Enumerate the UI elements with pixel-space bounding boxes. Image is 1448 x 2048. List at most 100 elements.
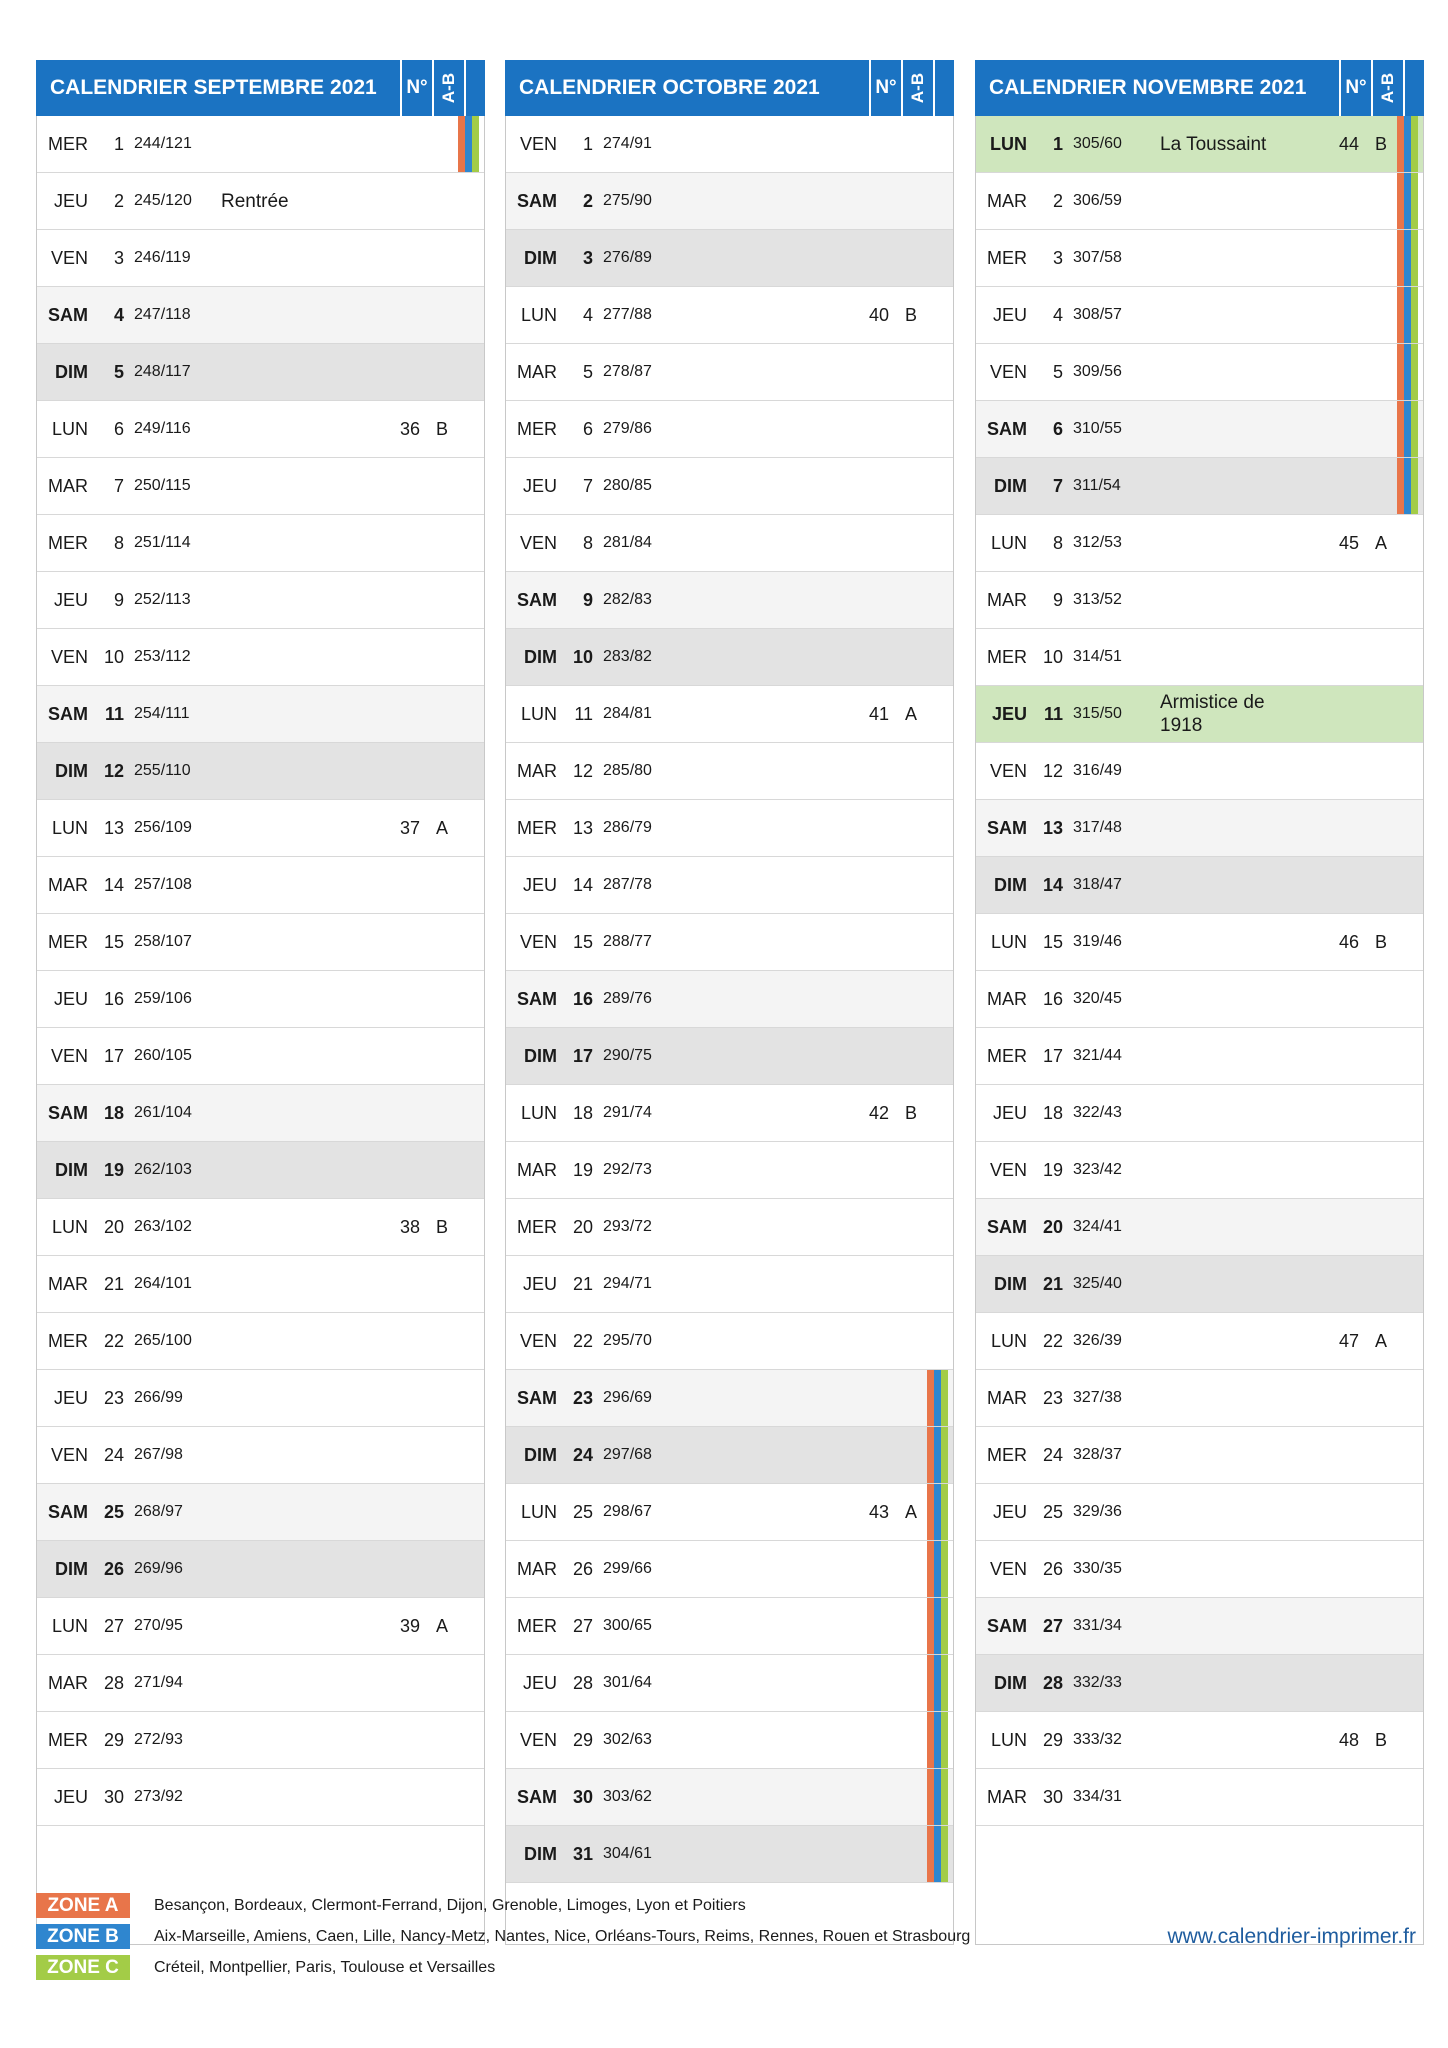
day-row[interactable]: SAM 16 289/76 xyxy=(506,971,953,1028)
day-row[interactable]: VEN 12 316/49 xyxy=(976,743,1423,800)
day-row[interactable]: MAR 28 271/94 xyxy=(37,1655,484,1712)
day-row[interactable]: MER 13 286/79 xyxy=(506,800,953,857)
day-row[interactable]: LUN 11 284/81 41 A xyxy=(506,686,953,743)
day-row[interactable]: SAM 20 324/41 xyxy=(976,1199,1423,1256)
day-row[interactable]: MAR 12 285/80 xyxy=(506,743,953,800)
day-row[interactable]: VEN 29 302/63 xyxy=(506,1712,953,1769)
day-row[interactable]: SAM 13 317/48 xyxy=(976,800,1423,857)
day-row[interactable]: LUN 25 298/67 43 A xyxy=(506,1484,953,1541)
day-row[interactable]: DIM 31 304/61 xyxy=(506,1826,953,1883)
day-row[interactable]: JEU 21 294/71 xyxy=(506,1256,953,1313)
day-row[interactable]: JEU 9 252/113 xyxy=(37,572,484,629)
day-row[interactable]: VEN 24 267/98 xyxy=(37,1427,484,1484)
day-row[interactable]: JEU 11 315/50 Armistice de 1918 xyxy=(976,686,1423,743)
day-row[interactable]: DIM 10 283/82 xyxy=(506,629,953,686)
day-row[interactable]: MER 22 265/100 xyxy=(37,1313,484,1370)
day-row[interactable]: VEN 8 281/84 xyxy=(506,515,953,572)
day-row[interactable]: JEU 4 308/57 xyxy=(976,287,1423,344)
day-row[interactable]: LUN 22 326/39 47 A xyxy=(976,1313,1423,1370)
day-row[interactable]: MER 6 279/86 xyxy=(506,401,953,458)
day-row[interactable]: SAM 25 268/97 xyxy=(37,1484,484,1541)
day-row[interactable]: MAR 14 257/108 xyxy=(37,857,484,914)
day-row[interactable]: VEN 19 323/42 xyxy=(976,1142,1423,1199)
day-row[interactable]: LUN 8 312/53 45 A xyxy=(976,515,1423,572)
day-row[interactable]: MER 1 244/121 xyxy=(37,116,484,173)
week-ab xyxy=(427,515,457,571)
day-row[interactable]: DIM 17 290/75 xyxy=(506,1028,953,1085)
website-link[interactable]: www.calendrier-imprimer.fr xyxy=(1167,1925,1416,1949)
day-row[interactable]: MER 15 258/107 xyxy=(37,914,484,971)
day-row[interactable]: VEN 15 288/77 xyxy=(506,914,953,971)
day-row[interactable]: JEU 23 266/99 xyxy=(37,1370,484,1427)
day-row[interactable]: MAR 9 313/52 xyxy=(976,572,1423,629)
day-row[interactable]: DIM 5 248/117 xyxy=(37,344,484,401)
day-row[interactable]: VEN 1 274/91 xyxy=(506,116,953,173)
day-row[interactable]: MAR 5 278/87 xyxy=(506,344,953,401)
day-row[interactable]: MAR 23 327/38 xyxy=(976,1370,1423,1427)
day-row[interactable]: MER 20 293/72 xyxy=(506,1199,953,1256)
day-row[interactable]: JEU 16 259/106 xyxy=(37,971,484,1028)
day-row[interactable]: MER 27 300/65 xyxy=(506,1598,953,1655)
day-row[interactable]: LUN 15 319/46 46 B xyxy=(976,914,1423,971)
day-row[interactable]: MER 8 251/114 xyxy=(37,515,484,572)
day-row[interactable]: LUN 20 263/102 38 B xyxy=(37,1199,484,1256)
event-label xyxy=(221,1769,371,1825)
day-row[interactable]: JEU 18 322/43 xyxy=(976,1085,1423,1142)
day-row[interactable]: DIM 12 255/110 xyxy=(37,743,484,800)
day-row[interactable]: JEU 28 301/64 xyxy=(506,1655,953,1712)
day-row[interactable]: MER 3 307/58 xyxy=(976,230,1423,287)
day-row[interactable]: DIM 21 325/40 xyxy=(976,1256,1423,1313)
day-row[interactable]: DIM 26 269/96 xyxy=(37,1541,484,1598)
day-row[interactable]: JEU 7 280/85 xyxy=(506,458,953,515)
day-row[interactable]: LUN 6 249/116 36 B xyxy=(37,401,484,458)
day-row[interactable]: VEN 3 246/119 xyxy=(37,230,484,287)
day-row[interactable]: DIM 28 332/33 xyxy=(976,1655,1423,1712)
day-row[interactable]: SAM 2 275/90 xyxy=(506,173,953,230)
day-row[interactable]: VEN 5 309/56 xyxy=(976,344,1423,401)
day-row[interactable]: JEU 30 273/92 xyxy=(37,1769,484,1826)
day-row[interactable]: MAR 16 320/45 xyxy=(976,971,1423,1028)
day-row[interactable]: VEN 17 260/105 xyxy=(37,1028,484,1085)
day-row[interactable]: DIM 24 297/68 xyxy=(506,1427,953,1484)
day-row[interactable]: DIM 7 311/54 xyxy=(976,458,1423,515)
day-row[interactable]: DIM 14 318/47 xyxy=(976,857,1423,914)
day-row[interactable]: VEN 10 253/112 xyxy=(37,629,484,686)
event-label xyxy=(221,458,371,514)
day-row[interactable]: MER 29 272/93 xyxy=(37,1712,484,1769)
weekday: VEN xyxy=(519,134,557,154)
day-row[interactable]: LUN 27 270/95 39 A xyxy=(37,1598,484,1655)
day-row[interactable]: JEU 2 245/120 Rentrée xyxy=(37,173,484,230)
day-row[interactable]: MER 10 314/51 xyxy=(976,629,1423,686)
day-row[interactable]: LUN 1 305/60 La Toussaint 44 B xyxy=(976,116,1423,173)
day-row[interactable]: VEN 22 295/70 xyxy=(506,1313,953,1370)
day-row[interactable]: SAM 27 331/34 xyxy=(976,1598,1423,1655)
day-row[interactable]: VEN 26 330/35 xyxy=(976,1541,1423,1598)
day-row[interactable]: SAM 23 296/69 xyxy=(506,1370,953,1427)
day-row[interactable]: SAM 30 303/62 xyxy=(506,1769,953,1826)
day-row[interactable]: MER 17 321/44 xyxy=(976,1028,1423,1085)
day-row[interactable]: LUN 18 291/74 42 B xyxy=(506,1085,953,1142)
day-row[interactable]: MAR 30 334/31 xyxy=(976,1769,1423,1826)
day-row[interactable]: SAM 18 261/104 xyxy=(37,1085,484,1142)
day-row[interactable]: MAR 2 306/59 xyxy=(976,173,1423,230)
day-row[interactable]: SAM 9 282/83 xyxy=(506,572,953,629)
day-row[interactable]: MAR 26 299/66 xyxy=(506,1541,953,1598)
day-of-year: 284/81 xyxy=(603,705,652,722)
day-row[interactable]: SAM 6 310/55 xyxy=(976,401,1423,458)
day-number: 16 xyxy=(1042,989,1063,1009)
day-row[interactable]: SAM 11 254/111 xyxy=(37,686,484,743)
day-row[interactable]: MER 24 328/37 xyxy=(976,1427,1423,1484)
day-row[interactable]: MAR 7 250/115 xyxy=(37,458,484,515)
day-row[interactable]: LUN 4 277/88 40 B xyxy=(506,287,953,344)
zone-c-bar xyxy=(941,1712,948,1768)
event-label xyxy=(1160,1370,1310,1426)
day-row[interactable]: JEU 14 287/78 xyxy=(506,857,953,914)
day-row[interactable]: MAR 21 264/101 xyxy=(37,1256,484,1313)
day-row[interactable]: DIM 3 276/89 xyxy=(506,230,953,287)
day-row[interactable]: SAM 4 247/118 xyxy=(37,287,484,344)
day-row[interactable]: MAR 19 292/73 xyxy=(506,1142,953,1199)
day-row[interactable]: JEU 25 329/36 xyxy=(976,1484,1423,1541)
day-row[interactable]: LUN 13 256/109 37 A xyxy=(37,800,484,857)
day-row[interactable]: DIM 19 262/103 xyxy=(37,1142,484,1199)
day-row[interactable]: LUN 29 333/32 48 B xyxy=(976,1712,1423,1769)
